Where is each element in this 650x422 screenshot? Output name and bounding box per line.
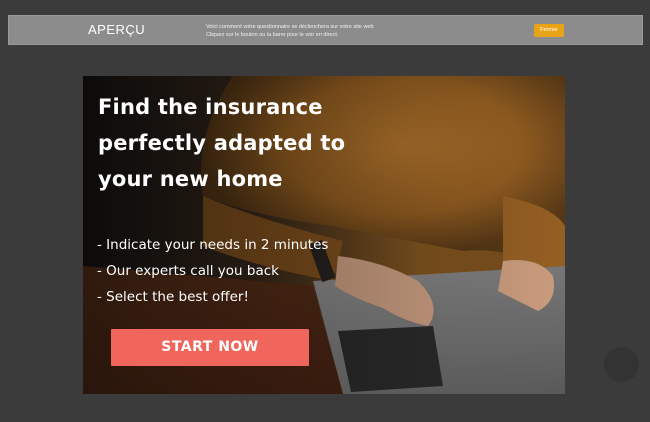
close-button[interactable]: Fermer bbox=[534, 24, 564, 37]
headline-line-2: perfectly adapted to bbox=[98, 131, 346, 155]
page: APERÇU Voici comment votre questionnaire… bbox=[0, 0, 650, 422]
start-now-button[interactable]: START NOW bbox=[111, 329, 309, 366]
benefit-item: - Select the best offer! bbox=[97, 289, 249, 305]
preview-bar[interactable]: APERÇU Voici comment votre questionnaire… bbox=[8, 15, 643, 45]
preview-description: Voici comment votre questionnaire se déc… bbox=[206, 23, 426, 39]
preview-description-line-2: Cliquez sur le bouton ou la barre pour l… bbox=[206, 32, 339, 38]
preview-description-line-1: Voici comment votre questionnaire se déc… bbox=[206, 24, 374, 30]
benefits-list: - Indicate your needs in 2 minutes - Our… bbox=[97, 232, 328, 310]
benefit-item: - Indicate your needs in 2 minutes bbox=[97, 237, 329, 253]
headline-line-1: Find the insurance bbox=[98, 95, 323, 119]
side-circle-button[interactable] bbox=[604, 347, 639, 382]
headline: Find the insurance perfectly adapted to … bbox=[98, 89, 378, 197]
headline-line-3: your new home bbox=[98, 167, 283, 191]
popup-card: Find the insurance perfectly adapted to … bbox=[83, 76, 565, 394]
benefit-item: - Our experts call you back bbox=[97, 263, 279, 279]
preview-title: APERÇU bbox=[88, 22, 146, 37]
